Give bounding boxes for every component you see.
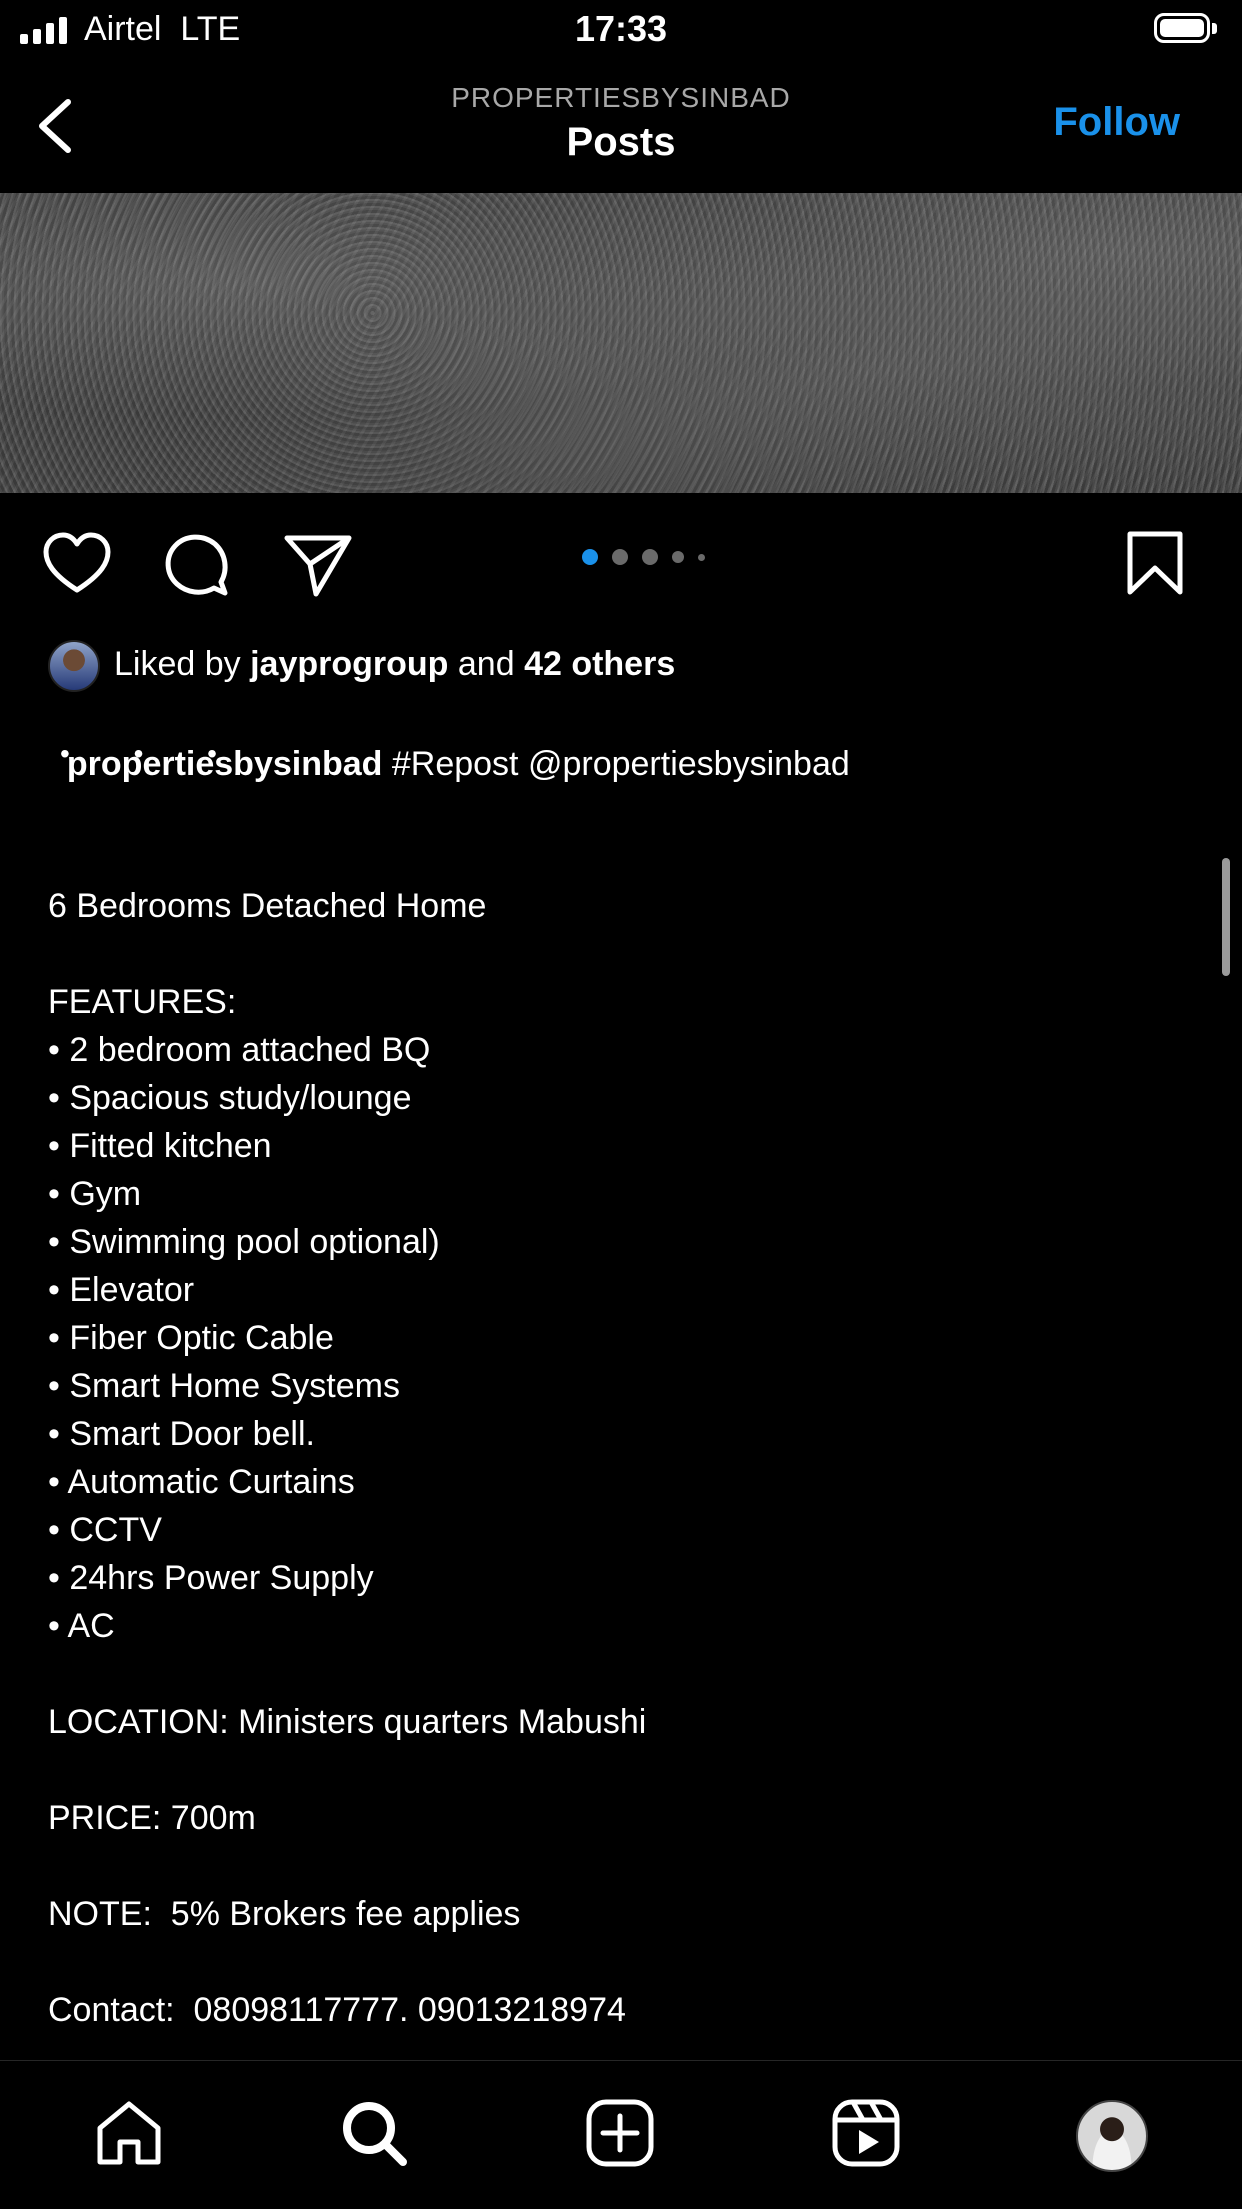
caption-line: • Gym xyxy=(48,1175,142,1213)
caption-line: • 2 bedroom attached BQ xyxy=(48,1031,431,1069)
status-time: 17:33 xyxy=(574,8,668,49)
carousel-dot xyxy=(642,549,658,565)
caption-line: • Fiber Optic Cable xyxy=(48,1319,334,1357)
liker-username[interactable]: jayprogroup xyxy=(250,645,448,683)
post-image[interactable] xyxy=(0,193,1242,493)
bookmark-icon xyxy=(1127,531,1183,595)
caption-body: 6 Bedrooms Detached Home FEATURES: • 2 bed… xyxy=(48,834,1198,2130)
status-bar: Airtel LTE 17:33 xyxy=(0,0,1242,62)
caption-line: • Smart Home Systems xyxy=(48,1367,400,1405)
likes-prefix: Liked by xyxy=(114,645,251,683)
carousel-dot xyxy=(672,551,684,563)
caption-line: • Elevator xyxy=(48,1271,195,1309)
heart-icon xyxy=(43,532,111,593)
caption-line: 6 Bedrooms Detached Home xyxy=(48,887,487,925)
like-button[interactable] xyxy=(42,530,112,600)
share-button[interactable] xyxy=(283,530,353,600)
comment-button[interactable] xyxy=(162,530,232,600)
battery-icon xyxy=(1154,13,1210,43)
likes-others[interactable]: 42 others xyxy=(524,645,675,683)
tab-reels[interactable] xyxy=(831,2098,901,2173)
new-post-icon xyxy=(586,2099,654,2167)
caption-line: • 24hrs Power Supply xyxy=(48,1559,374,1597)
caption-line: • AC xyxy=(48,1607,115,1645)
caption-line: Contact: 08098117777. 09013218974 xyxy=(48,1991,626,2029)
home-icon xyxy=(97,2101,161,2165)
battery-cap xyxy=(1212,23,1217,34)
caption-line: • Swimming pool optional) xyxy=(48,1223,440,1261)
reels-icon xyxy=(832,2099,900,2167)
tab-home[interactable] xyxy=(94,2098,164,2173)
likes-middle: and xyxy=(448,645,525,683)
tab-search[interactable] xyxy=(339,2098,409,2173)
carousel-dot xyxy=(698,553,705,561)
tab-new-post[interactable] xyxy=(585,2098,655,2173)
save-button[interactable] xyxy=(1124,530,1186,596)
carousel-indicator xyxy=(582,549,705,565)
caption-line: • Automatic Curtains xyxy=(48,1463,355,1501)
likes-summary[interactable]: Liked by jayprogroup and 42 others xyxy=(114,642,675,686)
caption-line: LOCATION: Ministers quarters Mabushi xyxy=(48,1703,647,1741)
carousel-dot xyxy=(612,549,628,565)
caption-line: NOTE: 5% Brokers fee applies xyxy=(48,1895,521,1933)
caption-separator: • • • xyxy=(60,738,245,769)
carousel-dot xyxy=(582,549,598,565)
caption-line: • Spacious study/lounge xyxy=(48,1079,412,1117)
paper-plane-icon xyxy=(284,535,352,597)
tab-profile[interactable] xyxy=(1076,2100,1148,2172)
caption-line: PRICE: 700m xyxy=(48,1799,256,1837)
caption-line: • Smart Door bell. xyxy=(48,1415,315,1453)
caption-text: #Repost @propertiesbysinbad xyxy=(382,745,850,783)
comment-icon xyxy=(165,534,228,596)
caption-line: • Fitted kitchen xyxy=(48,1127,272,1165)
search-icon xyxy=(343,2102,407,2166)
liker-avatar[interactable] xyxy=(48,640,100,692)
caption-line: • CCTV xyxy=(48,1511,162,1549)
caption-line: FEATURES: xyxy=(48,983,237,1021)
follow-button[interactable]: Follow xyxy=(1053,100,1180,145)
scrollbar[interactable] xyxy=(1222,858,1230,976)
